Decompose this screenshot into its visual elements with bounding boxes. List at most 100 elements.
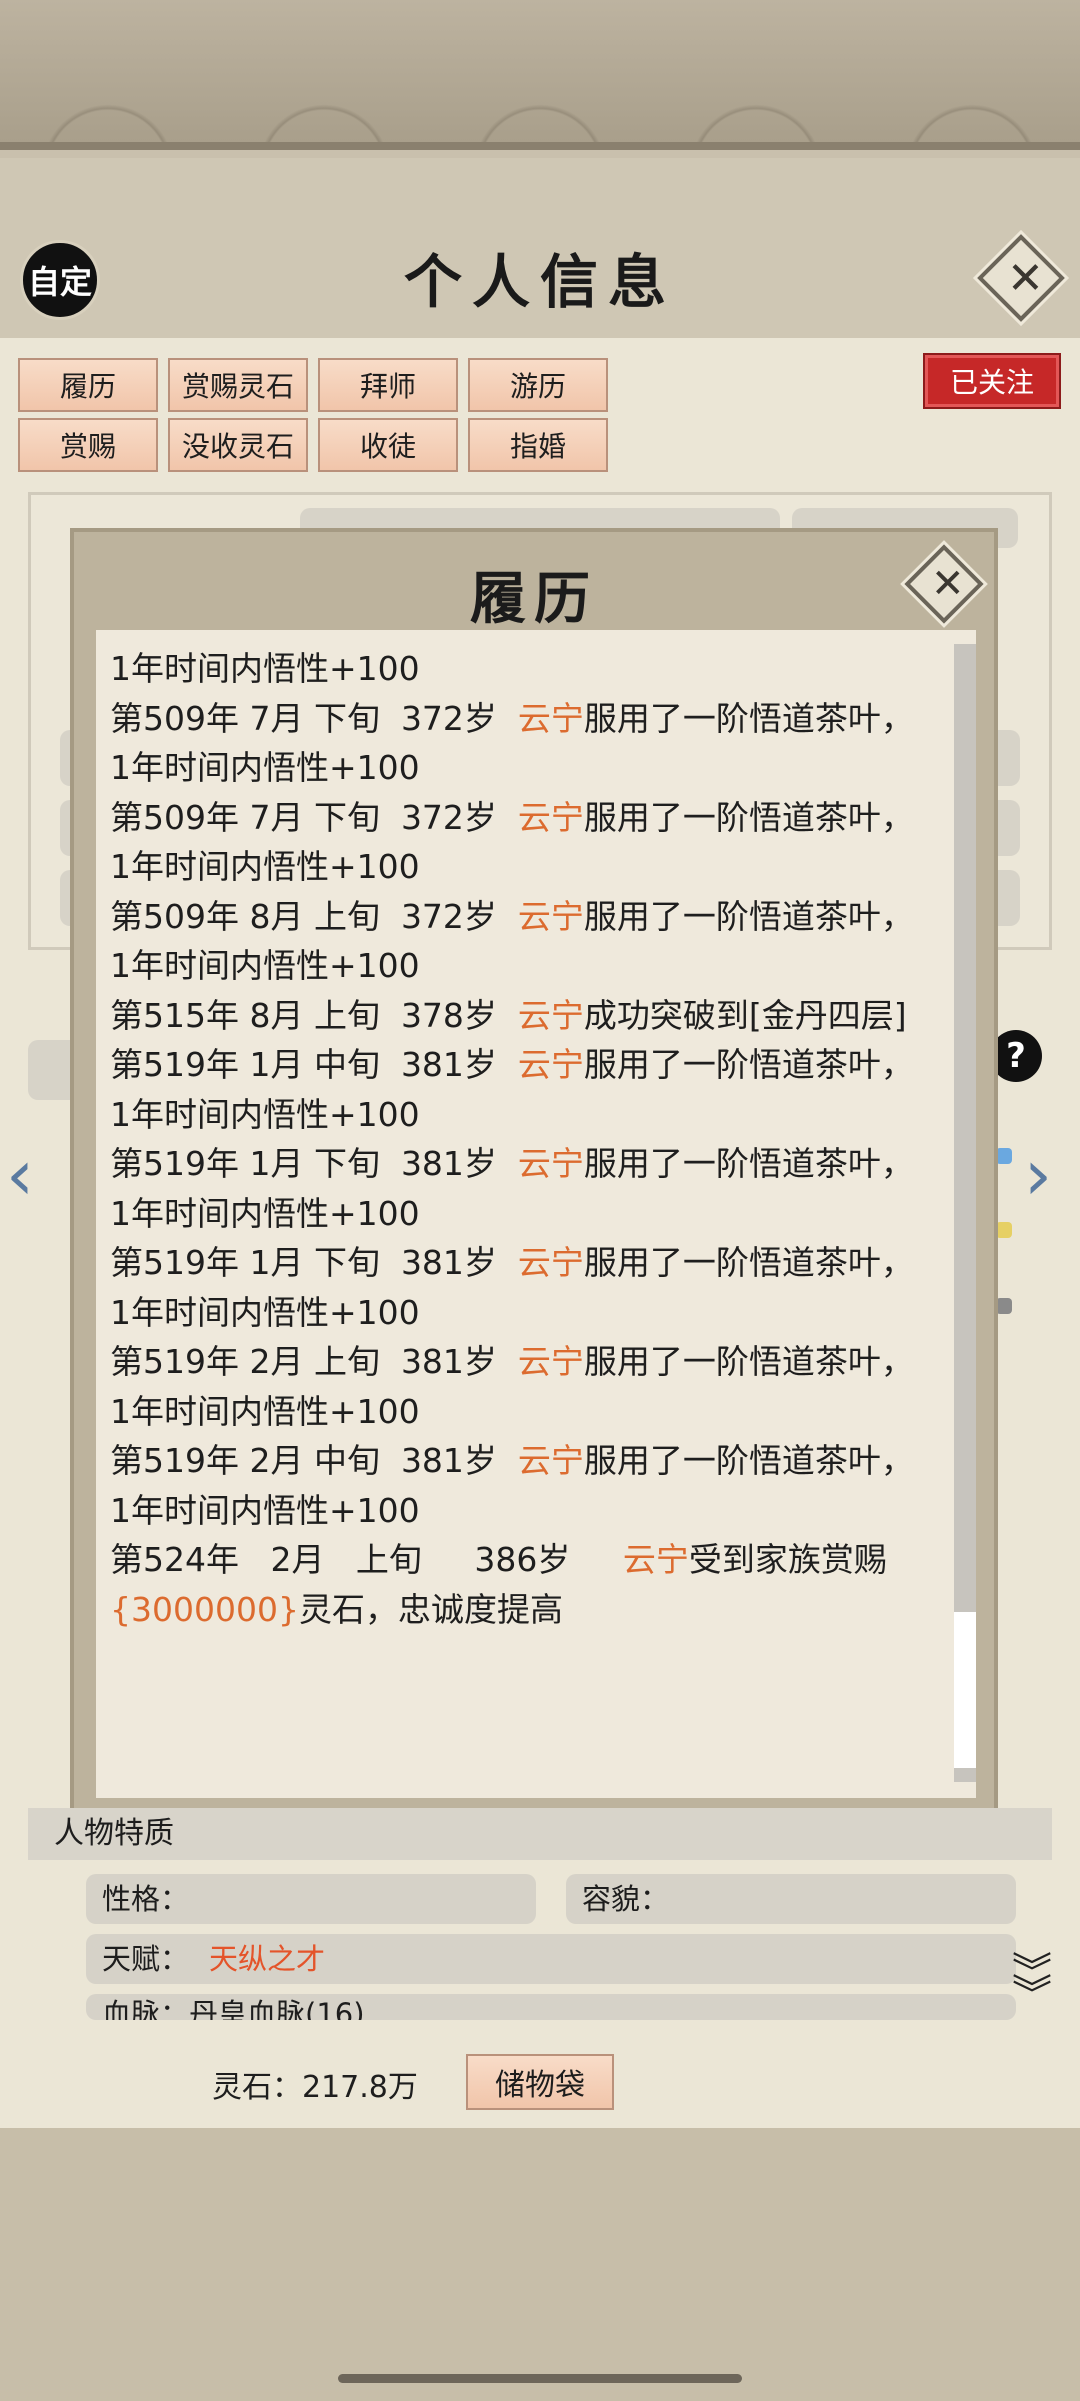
log-date: 第509年 7月 下旬 372岁 bbox=[110, 698, 518, 738]
tab-apprentice-to[interactable]: 拜师 bbox=[318, 358, 458, 412]
log-character-name[interactable]: 云宁 bbox=[518, 1441, 584, 1480]
log-date: 第519年 1月 中旬 381岁 bbox=[110, 1045, 518, 1084]
talent-label: 天赋： bbox=[102, 1942, 190, 1976]
page-title: 个人信息 bbox=[403, 248, 676, 316]
log-line: 1年时间内悟性+100 bbox=[110, 1490, 420, 1530]
log-line: 1年时间内悟性+100 bbox=[110, 1193, 420, 1233]
tab-history[interactable]: 履历 bbox=[18, 358, 158, 412]
history-modal: 履历 ✕ 1年时间内悟性+100 第509年 7月 下旬 372岁 云宁服用了一… bbox=[70, 528, 998, 1824]
prev-arrow-icon[interactable]: ‹ bbox=[6, 1140, 34, 1210]
personality-label: 性格： bbox=[102, 1882, 190, 1916]
log-action: 服用了一阶悟道茶叶， bbox=[583, 1441, 914, 1480]
blue-indicator bbox=[996, 1148, 1012, 1164]
log-line: {3000000}灵石，忠诚度提高 bbox=[110, 1585, 940, 1635]
log-action: 服用了一阶悟道茶叶， bbox=[583, 698, 914, 738]
traits-header: 人物特质 bbox=[28, 1808, 1052, 1860]
log-entry: 第509年 7月 下旬 372岁 云宁服用了一阶悟道茶叶， 1年时间内悟性+100 bbox=[110, 694, 940, 793]
log-partial-line bbox=[110, 630, 940, 644]
log-entry: 第509年 7月 下旬 372岁 云宁服用了一阶悟道茶叶， 1年时间内悟性+100 bbox=[110, 793, 940, 892]
log-line: 第519年 1月 下旬 381岁 云宁服用了一阶悟道茶叶， bbox=[110, 1238, 940, 1288]
talent-value: 天纵之才 bbox=[209, 1942, 326, 1976]
log-date: 第519年 2月 中旬 381岁 bbox=[110, 1441, 518, 1480]
scroll-end-marker bbox=[954, 1768, 976, 1782]
gray-indicator bbox=[996, 1298, 1012, 1314]
log-action: 服用了一阶悟道茶叶， bbox=[583, 797, 914, 837]
log-line: 1年时间内悟性+100 bbox=[110, 1094, 420, 1134]
auto-button[interactable]: 自定 bbox=[20, 240, 100, 320]
log-character-name[interactable]: 云宁 bbox=[518, 699, 584, 738]
appearance-label: 容貌： bbox=[582, 1882, 670, 1916]
log-line: 第515年 8月 上旬 378岁 云宁成功突破到[金丹四层] bbox=[110, 991, 940, 1041]
log-date: 第519年 1月 下旬 381岁 bbox=[110, 1144, 518, 1183]
log-action: 服用了一阶悟道茶叶， bbox=[583, 1243, 914, 1282]
home-indicator[interactable] bbox=[338, 2374, 742, 2383]
log-list: 1年时间内悟性+100 第509年 7月 下旬 372岁 云宁服用了一阶悟道茶叶… bbox=[110, 630, 940, 1634]
top-decoration bbox=[0, 0, 1080, 150]
tab-take-disciple[interactable]: 收徒 bbox=[318, 418, 458, 472]
personality-field: 性格： bbox=[86, 1874, 536, 1924]
log-line: 1年时间内悟性+100 bbox=[110, 946, 420, 985]
history-log[interactable]: 1年时间内悟性+100 第509年 7月 下旬 372岁 云宁服用了一阶悟道茶叶… bbox=[96, 630, 976, 1798]
log-character-name[interactable]: 云宁 bbox=[518, 897, 584, 936]
next-arrow-icon[interactable]: › bbox=[1024, 1140, 1052, 1210]
log-character-name[interactable]: 云宁 bbox=[518, 1243, 584, 1282]
scrollbar[interactable] bbox=[954, 644, 976, 1782]
spirit-stone-balance: 灵石：217.8万 bbox=[212, 2070, 418, 2105]
log-character-name[interactable]: 云宁 bbox=[518, 1045, 584, 1084]
log-date: 第515年 8月 上旬 378岁 bbox=[110, 995, 518, 1035]
storage-bag-button[interactable]: 储物袋 bbox=[466, 2054, 614, 2110]
close-icon: ✕ bbox=[1007, 253, 1044, 304]
log-character-name[interactable]: 云宁 bbox=[518, 798, 584, 837]
log-line: 1年时间内悟性+100 bbox=[110, 748, 420, 787]
bloodline-field: 血脉：丹皇血脉(16) bbox=[86, 1994, 1016, 2020]
log-character-name[interactable]: 云宁 bbox=[518, 1144, 584, 1183]
close-icon: ✕ bbox=[931, 561, 965, 607]
log-action: 服用了一阶悟道茶叶， bbox=[583, 1144, 914, 1183]
tab-reward[interactable]: 赏赐 bbox=[18, 418, 158, 472]
tab-travel[interactable]: 游历 bbox=[468, 358, 608, 412]
log-action: 服用了一阶悟道茶叶， bbox=[583, 1045, 914, 1084]
log-entry: 第515年 8月 上旬 378岁 云宁成功突破到[金丹四层] bbox=[110, 991, 940, 1041]
log-line: 第509年 7月 下旬 372岁 云宁服用了一阶悟道茶叶， bbox=[110, 793, 940, 843]
log-entry: 第519年 1月 下旬 381岁 云宁服用了一阶悟道茶叶， 1年时间内悟性+100 bbox=[110, 1139, 940, 1238]
appearance-field: 容貌： bbox=[566, 1874, 1016, 1924]
modal-title: 履历 bbox=[470, 566, 598, 632]
log-action: 成功突破到[金丹四层] bbox=[583, 995, 907, 1035]
log-line: 第519年 2月 中旬 381岁 云宁服用了一阶悟道茶叶， bbox=[110, 1436, 940, 1486]
log-entry-reward: 第524年 2月 上旬 386岁 云宁受到家族赏赐 {3000000}灵石，忠诚度… bbox=[110, 1535, 940, 1634]
bottom-band bbox=[0, 2128, 1080, 2401]
log-line: 1年时间内悟性+100 bbox=[110, 847, 420, 886]
log-action: 服用了一阶悟道茶叶， bbox=[583, 1342, 914, 1381]
log-action: 受到家族赏赐 bbox=[688, 1540, 887, 1579]
log-line: 1年时间内悟性+100 bbox=[110, 1391, 420, 1431]
log-date: 第519年 2月 上旬 381岁 bbox=[110, 1342, 518, 1381]
scroll-down-chevrons-icon[interactable]: ︾ ︾ bbox=[1012, 1953, 1052, 2015]
log-entry: 第519年 1月 中旬 381岁 云宁服用了一阶悟道茶叶， 1年时间内悟性+100 bbox=[110, 1040, 940, 1139]
log-line: 1年时间内悟性+100 bbox=[110, 1292, 420, 1332]
log-entry: 第519年 1月 下旬 381岁 云宁服用了一阶悟道茶叶， 1年时间内悟性+100 bbox=[110, 1238, 940, 1337]
log-character-name[interactable]: 云宁 bbox=[623, 1540, 689, 1579]
log-entry: 第519年 2月 中旬 381岁 云宁服用了一阶悟道茶叶， 1年时间内悟性+100 bbox=[110, 1436, 940, 1535]
follow-button[interactable]: 已关注 bbox=[925, 355, 1059, 407]
log-line: 第519年 2月 上旬 381岁 云宁服用了一阶悟道茶叶， bbox=[110, 1337, 940, 1387]
log-line: 第519年 1月 下旬 381岁 云宁服用了一阶悟道茶叶， bbox=[110, 1139, 940, 1189]
log-date: 第524年 2月 上旬 386岁 bbox=[110, 1540, 623, 1579]
bloodline-text: 血脉：丹皇血脉(16) bbox=[102, 1997, 365, 2020]
log-entry: 第509年 8月 上旬 372岁 云宁服用了一阶悟道茶叶， 1年时间内悟性+100 bbox=[110, 892, 940, 991]
talent-field: 天赋： 天纵之才 bbox=[86, 1934, 1016, 1984]
scroll-thumb[interactable] bbox=[954, 644, 976, 1612]
yellow-indicator bbox=[996, 1222, 1012, 1238]
tab-reward-stones[interactable]: 赏赐灵石 bbox=[168, 358, 308, 412]
log-action: 服用了一阶悟道茶叶， bbox=[583, 896, 914, 936]
log-character-name[interactable]: 云宁 bbox=[518, 996, 584, 1035]
log-line: 第524年 2月 上旬 386岁 云宁受到家族赏赐 bbox=[110, 1535, 940, 1585]
log-character-name[interactable]: 云宁 bbox=[518, 1342, 584, 1381]
log-line: 第519年 1月 中旬 381岁 云宁服用了一阶悟道茶叶， bbox=[110, 1040, 940, 1090]
tab-arrange-marriage[interactable]: 指婚 bbox=[468, 418, 608, 472]
log-date: 第509年 8月 上旬 372岁 bbox=[110, 896, 518, 936]
tab-confiscate-stones[interactable]: 没收灵石 bbox=[168, 418, 308, 472]
reward-amount: {3000000} bbox=[110, 1589, 299, 1629]
reward-suffix: 灵石，忠诚度提高 bbox=[298, 1589, 563, 1629]
log-date: 第509年 7月 下旬 372岁 bbox=[110, 797, 518, 837]
log-date: 第519年 1月 下旬 381岁 bbox=[110, 1243, 518, 1282]
